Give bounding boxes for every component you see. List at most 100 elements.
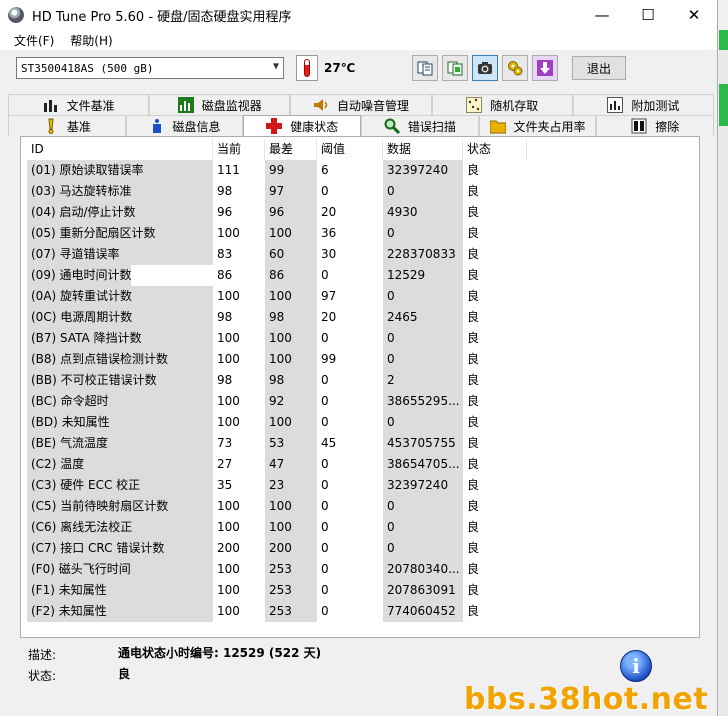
menu-file[interactable]: 文件(F) [6, 32, 62, 49]
cell-status: 良 [467, 583, 480, 597]
table-row[interactable]: (BC) 命令超时 100 92 0 38655295... 良 [27, 391, 527, 412]
table-row[interactable]: (C5) 当前待映射扇区计数 100 100 0 0 良 [27, 496, 527, 517]
tab-disk-monitor[interactable]: 磁盘监视器 [149, 94, 291, 115]
cell-current: 100 [217, 394, 240, 408]
cell-current: 100 [217, 583, 240, 597]
tab-disk-info[interactable]: 磁盘信息 [125, 115, 244, 136]
watermark-text: bbs.38hot.net [464, 682, 709, 716]
info-icon [152, 119, 161, 133]
col-header-status[interactable]: 状态 [463, 139, 527, 160]
col-header-current[interactable]: 当前 [213, 139, 265, 160]
cell-status: 良 [467, 352, 480, 366]
cell-threshold: 0 [321, 499, 329, 513]
cell-worst: 98 [265, 370, 317, 391]
maximize-button[interactable]: ☐ [625, 0, 671, 30]
cell-id: (F1) 未知属性 [27, 580, 213, 601]
cell-threshold: 0 [321, 520, 329, 534]
cell-data: 228370833 [383, 244, 463, 265]
background-window-edge [719, 30, 728, 716]
exit-button[interactable]: 退出 [572, 56, 626, 80]
tab-extra-tests[interactable]: 附加测试 [572, 94, 715, 115]
minimize-button[interactable]: — [579, 0, 625, 30]
cell-id: (C7) 接口 CRC 错误计数 [27, 538, 213, 559]
table-row[interactable]: (07) 寻道错误率 83 60 30 228370833 良 [27, 244, 527, 265]
table-row[interactable]: (F1) 未知属性 100 253 0 207863091 良 [27, 580, 527, 601]
copy-all-button[interactable] [442, 55, 468, 81]
cell-status: 良 [467, 373, 480, 387]
cell-worst: 253 [265, 601, 317, 622]
tab-erase[interactable]: 擦除 [596, 115, 715, 136]
cell-threshold: 0 [321, 331, 329, 345]
cell-current: 35 [217, 478, 233, 492]
tab-health[interactable]: 健康状态 [243, 115, 362, 136]
tab-label: 文件夹占用率 [513, 119, 586, 134]
download-arrow-icon [537, 60, 553, 76]
col-header-data[interactable]: 数据 [383, 139, 463, 160]
table-row[interactable]: (BB) 不可校正错误计数 98 98 0 2 良 [27, 370, 527, 391]
cell-status: 良 [467, 268, 480, 282]
tab-label: 磁盘监视器 [201, 98, 262, 113]
table-row[interactable]: (BD) 未知属性 100 100 0 0 良 [27, 412, 527, 433]
table-row[interactable]: (C3) 硬件 ECC 校正 35 23 0 32397240 良 [27, 475, 527, 496]
cell-id: (C6) 离线无法校正 [27, 517, 213, 538]
table-row[interactable]: (01) 原始读取错误率 111 99 6 32397240 良 [27, 160, 527, 181]
tab-label: 健康状态 [290, 119, 339, 134]
table-body: (01) 原始读取错误率 111 99 6 32397240 良 (03) 马达旋转标准 98… [27, 160, 527, 622]
table-row[interactable]: (B7) SATA 降挡计数 100 100 0 0 良 [27, 328, 527, 349]
cell-id: (BB) 不可校正错误计数 [27, 370, 213, 391]
table-row[interactable]: (C6) 离线无法校正 100 100 0 0 良 [27, 517, 527, 538]
cell-current: 200 [217, 541, 240, 555]
table-row[interactable]: (0A) 旋转重试计数 100 100 97 0 良 [27, 286, 527, 307]
table-row[interactable]: (C2) 温度 27 47 0 38654705... 良 [27, 454, 527, 475]
tab-label: 附加测试 [631, 98, 680, 113]
drive-select[interactable]: ST3500418AS (500 gB) ▼ [16, 57, 284, 79]
save-button[interactable] [532, 55, 558, 81]
tab-label: 随机存取 [490, 98, 539, 113]
close-button[interactable]: ✕ [671, 0, 717, 30]
cell-data: 32397240 [383, 475, 463, 496]
cell-threshold: 99 [321, 352, 337, 366]
menu-help[interactable]: 帮助(H) [62, 32, 120, 49]
table-row[interactable]: (F2) 未知属性 100 253 0 774060452 良 [27, 601, 527, 622]
cell-id: (07) 寻道错误率 [27, 244, 213, 265]
cell-current: 98 [217, 310, 233, 324]
cell-data: 0 [383, 181, 463, 202]
tab-benchmark[interactable]: 基准 [8, 115, 126, 136]
background-window-accent [719, 84, 728, 126]
table-row[interactable]: (04) 启动/停止计数 96 96 20 4930 良 [27, 202, 527, 223]
cell-current: 98 [217, 373, 233, 387]
cell-status: 良 [467, 436, 480, 450]
table-row[interactable]: (BE) 气流温度 73 53 45 453705755 良 [27, 433, 527, 454]
options-button[interactable] [502, 55, 528, 81]
cell-status: 良 [467, 541, 480, 555]
cell-id: (0A) 旋转重试计数 [27, 286, 213, 307]
col-header-id[interactable]: ID [27, 139, 213, 160]
tab-file-benchmark[interactable]: 文件基准 [8, 94, 150, 115]
cell-threshold: 30 [321, 247, 337, 261]
table-row[interactable]: (05) 重新分配扇区计数 100 100 36 0 良 [27, 223, 527, 244]
cell-status: 良 [467, 499, 480, 513]
table-row[interactable]: (0C) 电源周期计数 98 98 20 2465 良 [27, 307, 527, 328]
cell-threshold: 20 [321, 205, 337, 219]
table-row[interactable]: (C7) 接口 CRC 错误计数 200 200 0 0 良 [27, 538, 527, 559]
info-icon-button[interactable]: i [620, 650, 652, 682]
copy-icon [417, 61, 433, 76]
table-row[interactable]: (03) 马达旋转标准 98 97 0 0 良 [27, 181, 527, 202]
tab-aam[interactable]: 自动噪音管理 [290, 94, 432, 115]
cell-worst: 53 [265, 433, 317, 454]
col-header-threshold[interactable]: 阈值 [317, 139, 383, 160]
cell-data: 0 [383, 349, 463, 370]
table-row[interactable]: (B8) 点到点错误检测计数 100 100 99 0 良 [27, 349, 527, 370]
screenshot-button[interactable] [472, 55, 498, 81]
cell-worst: 100 [265, 517, 317, 538]
copy-text-button[interactable] [412, 55, 438, 81]
cell-worst: 97 [265, 181, 317, 202]
table-row[interactable]: (F0) 磁头飞行时间 100 253 0 20780340... 良 [27, 559, 527, 580]
tab-folder-usage[interactable]: 文件夹占用率 [478, 115, 597, 136]
eraser-icon [631, 118, 647, 134]
table-row[interactable]: (09) 通电时间计数 86 86 0 12529 良 [27, 265, 527, 286]
tab-random-access[interactable]: 随机存取 [431, 94, 573, 115]
cell-threshold: 0 [321, 604, 329, 618]
col-header-worst[interactable]: 最差 [265, 139, 317, 160]
tab-error-scan[interactable]: 错误扫描 [361, 115, 479, 136]
